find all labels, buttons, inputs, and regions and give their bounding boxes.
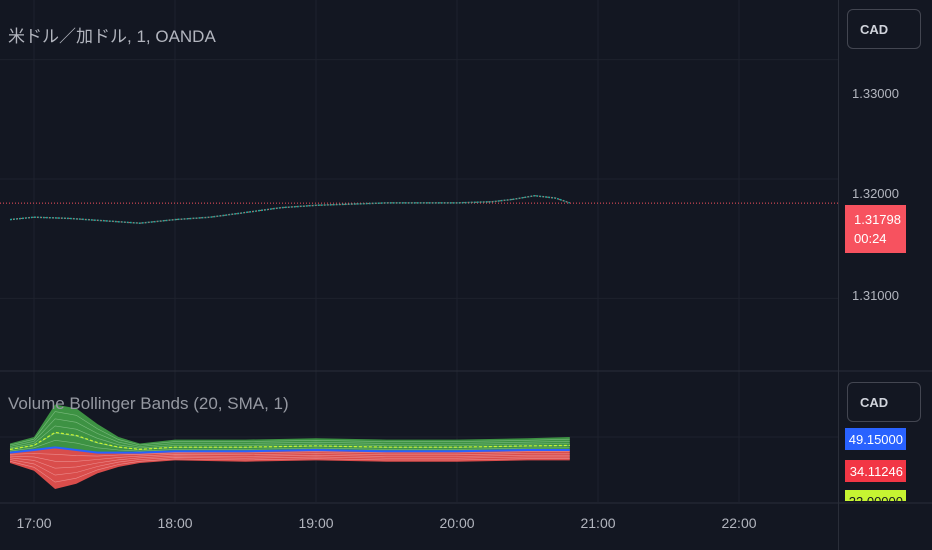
y-tick-1: 1.33000: [852, 86, 899, 101]
volume-value-tag-clip: 22.00000: [845, 490, 906, 501]
y-tick-3: 1.31000: [852, 288, 899, 303]
chart-canvas[interactable]: [0, 0, 932, 550]
lower-band-fill: [10, 447, 570, 489]
last-price-tag: 1.31798 00:24: [845, 205, 906, 253]
x-tick-6: 22:00: [721, 515, 757, 531]
symbol-title[interactable]: 米ドル／加ドル, 1, OANDA: [8, 22, 216, 47]
upper-band-value-tag: 49.15000: [845, 428, 906, 450]
x-tick-2: 18:00: [157, 515, 193, 531]
indicator-title[interactable]: Volume Bollinger Bands (20, SMA, 1): [8, 394, 289, 414]
price-currency-button[interactable]: CAD: [847, 9, 921, 49]
indicator-currency-button[interactable]: CAD: [847, 382, 921, 422]
volume-value-tag: 22.00000: [845, 490, 906, 501]
x-tick-1: 17:00: [16, 515, 52, 531]
bar-countdown-label: 00:24: [854, 231, 887, 246]
last-price-label: 1.31798: [854, 212, 901, 227]
y-tick-2: 1.32000: [852, 186, 899, 201]
price-series-line: [9, 194, 571, 224]
x-tick-3: 19:00: [298, 515, 334, 531]
x-tick-5: 21:00: [580, 515, 616, 531]
lower-band-value-tag: 34.11246: [845, 460, 906, 482]
price-series-down-ticks: [9, 195, 570, 224]
x-tick-4: 20:00: [439, 515, 475, 531]
